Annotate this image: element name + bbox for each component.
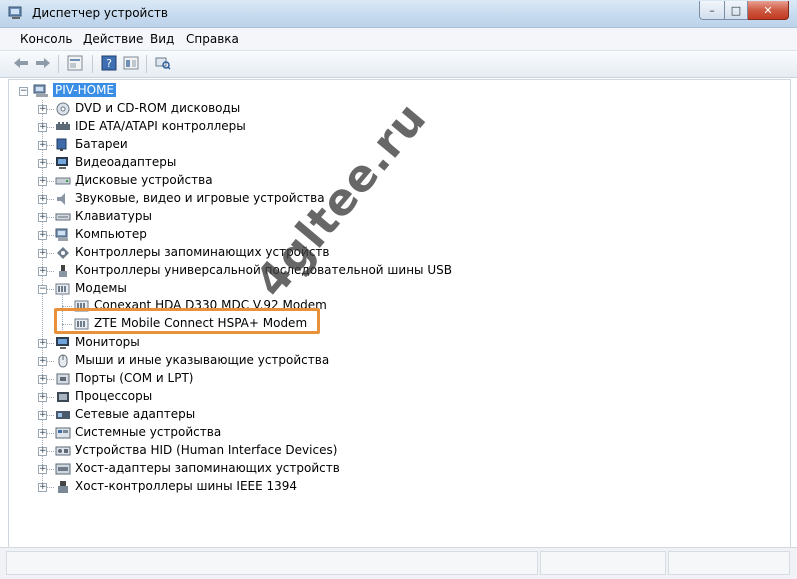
display-adapter-icon: [56, 157, 68, 169]
tree-category-label[interactable]: Устройства HID (Human Interface Devices): [75, 443, 337, 457]
toolbar-separator: [58, 55, 59, 73]
tree-guide-line: [62, 306, 72, 307]
tree-category-label[interactable]: Батареи: [75, 137, 128, 151]
expand-toggle[interactable]: +: [38, 375, 47, 384]
status-cell-main: [6, 551, 538, 575]
tree-category-label[interactable]: Мыши и иные указывающие устройства: [75, 353, 329, 367]
expand-toggle[interactable]: +: [38, 411, 47, 420]
expand-toggle[interactable]: +: [38, 195, 47, 204]
tree-category-label[interactable]: Мониторы: [75, 335, 140, 349]
port-icon: [56, 373, 70, 385]
computer-icon: [55, 228, 68, 241]
disk-drive-icon: [55, 177, 71, 185]
toolbar: ?: [0, 51, 797, 78]
tree-category-label[interactable]: Хост-адаптеры запоминающих устройств: [75, 461, 340, 475]
scan-hardware-icon: [155, 57, 171, 70]
network-adapter-icon: [56, 411, 70, 419]
tree-category-label[interactable]: DVD и CD-ROM дисководы: [75, 101, 240, 115]
usb-icon: [59, 265, 67, 277]
expand-toggle[interactable]: +: [38, 159, 47, 168]
properties-button[interactable]: [66, 54, 84, 72]
tree-category-label[interactable]: Модемы: [75, 281, 127, 295]
computer-icon: [33, 84, 48, 97]
view-icon: [123, 56, 139, 70]
menu-help[interactable]: Справка: [186, 32, 239, 46]
minimize-button[interactable]: –: [699, 1, 725, 20]
tree-category-label[interactable]: IDE ATA/ATAPI контроллеры: [75, 119, 246, 133]
zte-modem-highlight-box: [54, 308, 320, 334]
processor-icon: [57, 392, 69, 402]
status-cell-3: [668, 551, 790, 575]
sound-icon: [57, 193, 65, 205]
menu-view[interactable]: Вид: [150, 32, 174, 46]
expand-toggle[interactable]: +: [38, 231, 47, 240]
expand-toggle[interactable]: +: [38, 429, 47, 438]
expand-toggle[interactable]: +: [38, 267, 47, 276]
close-button[interactable]: ✕: [748, 1, 789, 20]
expand-toggle[interactable]: +: [38, 393, 47, 402]
toolbar-separator: [92, 55, 93, 73]
menu-action[interactable]: Действие: [83, 32, 143, 46]
svg-text:?: ?: [106, 57, 112, 70]
tree-category-label[interactable]: Порты (COM и LPT): [75, 371, 193, 385]
forward-button[interactable]: [34, 54, 52, 72]
view-button[interactable]: [122, 54, 140, 72]
expand-toggle[interactable]: +: [38, 177, 47, 186]
tree-category-label[interactable]: Клавиатуры: [75, 209, 152, 223]
maximize-button[interactable]: □: [725, 1, 748, 20]
mouse-icon: [58, 354, 68, 368]
tree-category-label[interactable]: Хост-контроллеры шины IEEE 1394: [75, 479, 297, 493]
window-title: Диспетчер устройств: [32, 6, 169, 20]
menu-console[interactable]: Консоль: [20, 32, 72, 46]
maximize-icon: □: [730, 3, 742, 17]
ieee1394-icon: [58, 481, 68, 493]
storage-host-icon: [55, 463, 71, 475]
tree-category-label[interactable]: Процессоры: [75, 389, 152, 403]
device-manager-icon: [8, 6, 22, 19]
expand-toggle[interactable]: +: [38, 141, 47, 150]
expand-toggle[interactable]: +: [38, 105, 47, 114]
status-bar: [0, 547, 797, 579]
help-icon: ?: [101, 55, 117, 71]
forward-arrow-icon: [36, 58, 50, 68]
expand-toggle[interactable]: +: [38, 123, 47, 132]
expand-toggle[interactable]: +: [38, 465, 47, 474]
expand-toggle[interactable]: +: [38, 249, 47, 258]
properties-icon: [67, 55, 83, 71]
collapse-toggle[interactable]: −: [38, 285, 47, 294]
close-icon: ✕: [763, 3, 773, 17]
tree-root-label[interactable]: PIV-HOME: [53, 83, 117, 97]
tree-category-label[interactable]: Дисковые устройства: [75, 173, 213, 187]
tree-category-label[interactable]: Компьютер: [75, 227, 147, 241]
help-button[interactable]: ?: [100, 54, 118, 72]
title-bar: Диспетчер устройств – □ ✕: [0, 0, 797, 28]
expand-toggle[interactable]: +: [38, 339, 47, 348]
expand-toggle[interactable]: +: [38, 213, 47, 222]
tree-category-label[interactable]: Системные устройства: [75, 425, 221, 439]
battery-icon: [56, 138, 67, 151]
cdrom-icon: [56, 102, 70, 116]
tree-category-label[interactable]: Звуковые, видео и игровые устройства: [75, 191, 325, 205]
expand-toggle[interactable]: +: [38, 483, 47, 492]
back-button[interactable]: [12, 54, 30, 72]
ide-controller-icon: [56, 122, 70, 130]
expand-toggle[interactable]: +: [38, 357, 47, 366]
scan-hardware-button[interactable]: [154, 54, 172, 72]
hid-icon: [55, 446, 71, 456]
window-controls: – □ ✕: [699, 1, 789, 20]
system-device-icon: [55, 427, 71, 439]
keyboard-icon: [55, 213, 71, 221]
minimize-icon: –: [709, 3, 715, 17]
menu-bar: Консоль Действие Вид Справка: [0, 28, 797, 51]
expand-toggle[interactable]: +: [38, 447, 47, 456]
collapse-root-toggle[interactable]: −: [19, 87, 28, 96]
toolbar-separator: [146, 55, 147, 73]
tree-category-label[interactable]: Видеоадаптеры: [75, 155, 176, 169]
tree-category-label[interactable]: Сетевые адаптеры: [75, 407, 195, 421]
back-arrow-icon: [14, 58, 28, 68]
storage-controller-icon: [57, 247, 69, 259]
status-cell-2: [540, 551, 666, 575]
modem-icon: [55, 283, 70, 295]
monitor-icon: [56, 337, 69, 349]
